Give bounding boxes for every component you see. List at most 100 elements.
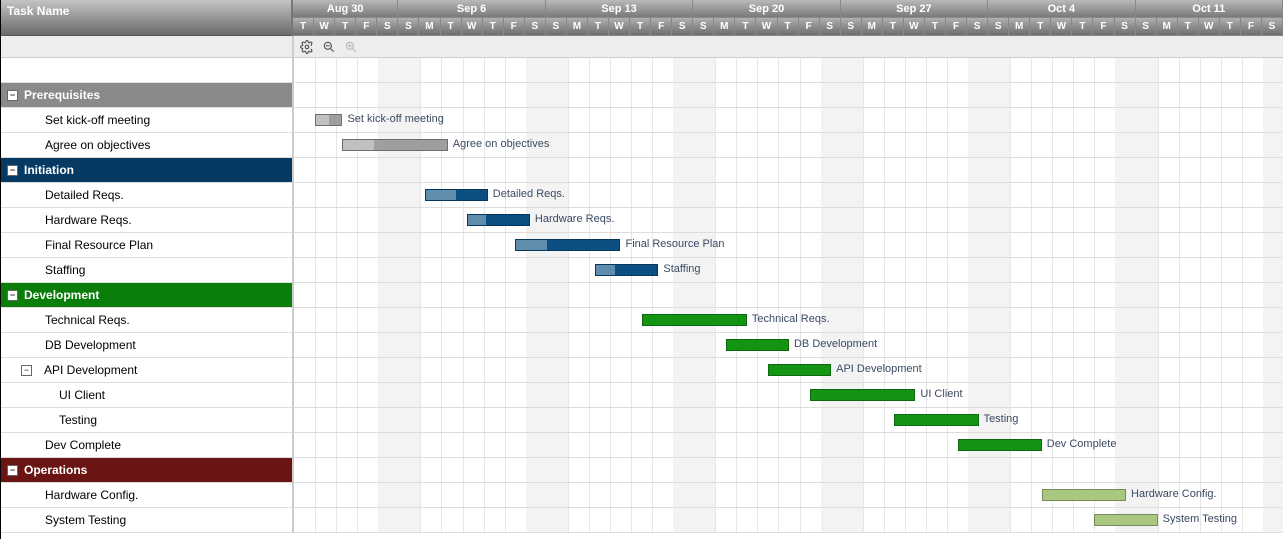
week-header: Sep 27 [841, 0, 988, 18]
task-row[interactable]: UI Client [1, 383, 292, 408]
day-header: T [630, 18, 651, 36]
week-header: Sep 20 [693, 0, 840, 18]
gantt-bar[interactable]: System Testing [1094, 514, 1157, 526]
timeline-header: Task Name Aug 30Sep 6Sep 13Sep 20Sep 27O… [1, 0, 1283, 36]
gantt-bar[interactable]: Final Resource Plan [515, 239, 620, 251]
bar-label: Final Resource Plan [625, 238, 724, 250]
gantt-chart: Task Name Aug 30Sep 6Sep 13Sep 20Sep 27O… [0, 0, 1283, 539]
gantt-bar[interactable]: Technical Reqs. [642, 314, 747, 326]
day-header: F [356, 18, 377, 36]
zoom-out-icon[interactable] [322, 40, 336, 54]
gantt-bar[interactable]: Agree on objectives [342, 139, 447, 151]
task-row[interactable]: DB Development [1, 333, 292, 358]
bar-label: Set kick-off meeting [347, 113, 443, 125]
bar-label: Detailed Reqs. [493, 188, 565, 200]
gantt-bar[interactable]: Testing [894, 414, 978, 426]
day-header: S [1115, 18, 1136, 36]
day-header: F [1241, 18, 1262, 36]
group-row-development[interactable]: −Development [1, 283, 292, 308]
collapse-icon[interactable]: − [7, 290, 18, 301]
settings-icon[interactable] [300, 40, 314, 54]
gantt-bar[interactable]: DB Development [726, 339, 789, 351]
bar-label: Testing [984, 413, 1019, 425]
gantt-bar[interactable]: Set kick-off meeting [315, 114, 342, 126]
task-label: Dev Complete [7, 438, 121, 452]
group-label: Initiation [24, 163, 74, 177]
day-header: T [1072, 18, 1093, 36]
day-header: T [1030, 18, 1051, 36]
week-header: Oct 11 [1136, 0, 1283, 18]
task-row[interactable]: Set kick-off meeting [1, 108, 292, 133]
task-label: Staffing [7, 263, 85, 277]
task-row[interactable]: Technical Reqs. [1, 308, 292, 333]
day-header: M [567, 18, 588, 36]
gantt-bar[interactable]: UI Client [810, 389, 915, 401]
group-label: Operations [24, 463, 87, 477]
day-header: T [1178, 18, 1199, 36]
task-label: Final Resource Plan [7, 238, 153, 252]
collapse-icon[interactable]: − [7, 90, 18, 101]
bar-label: Hardware Config. [1131, 488, 1217, 500]
task-label: API Development [44, 363, 137, 377]
task-list: −PrerequisitesSet kick-off meetingAgree … [1, 58, 294, 533]
day-header: T [588, 18, 609, 36]
day-header: S [693, 18, 714, 36]
day-header: W [1051, 18, 1072, 36]
day-header: W [756, 18, 777, 36]
toolbar-row [1, 36, 1283, 58]
day-header: S [1136, 18, 1157, 36]
gantt-bar[interactable]: Detailed Reqs. [425, 189, 488, 201]
week-header: Oct 4 [988, 0, 1135, 18]
day-header: F [1093, 18, 1114, 36]
day-header: W [1199, 18, 1220, 36]
task-row[interactable]: Dev Complete [1, 433, 292, 458]
week-header: Sep 13 [546, 0, 693, 18]
day-header: F [946, 18, 967, 36]
day-header: F [651, 18, 672, 36]
day-header: W [314, 18, 335, 36]
task-label: Testing [7, 413, 97, 427]
task-row[interactable]: Hardware Config. [1, 483, 292, 508]
day-header: T [735, 18, 756, 36]
zoom-in-icon [344, 40, 358, 54]
task-row[interactable]: Hardware Reqs. [1, 208, 292, 233]
day-header: S [377, 18, 398, 36]
task-label: UI Client [7, 388, 105, 402]
collapse-icon[interactable]: − [7, 165, 18, 176]
task-row[interactable]: Final Resource Plan [1, 233, 292, 258]
task-label: Hardware Reqs. [7, 213, 132, 227]
task-row[interactable]: − API Development [1, 358, 292, 383]
gantt-bar[interactable]: Staffing [595, 264, 658, 276]
task-row[interactable]: Detailed Reqs. [1, 183, 292, 208]
gantt-bar[interactable]: Dev Complete [958, 439, 1042, 451]
day-header: S [525, 18, 546, 36]
timeline-scale: Aug 30Sep 6Sep 13Sep 20Sep 27Oct 4Oct 11… [293, 0, 1283, 36]
day-header: W [609, 18, 630, 36]
gantt-bar[interactable]: Hardware Reqs. [467, 214, 530, 226]
task-label: System Testing [7, 513, 126, 527]
day-header: M [862, 18, 883, 36]
task-row[interactable]: Staffing [1, 258, 292, 283]
group-row-operations[interactable]: −Operations [1, 458, 292, 483]
collapse-icon[interactable]: − [7, 465, 18, 476]
task-row[interactable]: Testing [1, 408, 292, 433]
group-label: Prerequisites [24, 88, 100, 102]
gantt-timeline[interactable]: Set kick-off meeting Agree on objectives D… [294, 58, 1283, 533]
collapse-icon[interactable]: − [21, 365, 32, 376]
day-header: T [1220, 18, 1241, 36]
task-row[interactable]: System Testing [1, 508, 292, 533]
group-row-initiation[interactable]: −Initiation [1, 158, 292, 183]
bar-label: UI Client [920, 388, 962, 400]
group-row-prerequisites[interactable]: −Prerequisites [1, 83, 292, 108]
bar-label: Dev Complete [1047, 438, 1117, 450]
group-label: Development [24, 288, 99, 302]
bar-label: Hardware Reqs. [535, 213, 614, 225]
task-row[interactable]: Agree on objectives [1, 133, 292, 158]
day-header: T [441, 18, 462, 36]
gantt-body: −PrerequisitesSet kick-off meetingAgree … [1, 58, 1283, 533]
gantt-bar[interactable]: Hardware Config. [1042, 489, 1126, 501]
gantt-bar[interactable]: API Development [768, 364, 831, 376]
day-header: S [988, 18, 1009, 36]
column-header-task-name[interactable]: Task Name [1, 0, 293, 36]
day-header: T [335, 18, 356, 36]
